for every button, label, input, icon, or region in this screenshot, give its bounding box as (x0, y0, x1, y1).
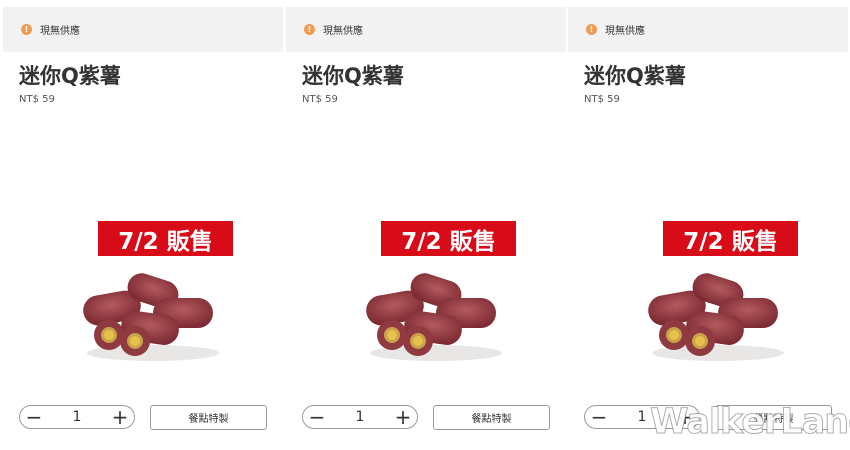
product-price: NT$ 59 (19, 94, 55, 105)
availability-notice: ! 現無供應 (568, 7, 848, 52)
product-image (366, 273, 502, 361)
exclamation-icon: ! (304, 24, 315, 35)
availability-notice: ! 現無供應 (286, 7, 566, 52)
product-panel: ! 現無供應 迷你Q紫薯 NT$ 59 7/2 販售 − 1 + 餐點特製 (568, 0, 848, 450)
product-price: NT$ 59 (584, 94, 620, 105)
sale-date-badge: 7/2 販售 (663, 221, 798, 256)
quantity-value: 1 (355, 409, 365, 425)
notice-text: 現無供應 (605, 26, 645, 37)
customize-meal-button[interactable]: 餐點特製 (433, 405, 550, 430)
product-panel: ! 現無供應 迷你Q紫薯 NT$ 59 7/2 販售 − 1 + 餐點特製 (3, 0, 283, 450)
sale-date-badge: 7/2 販售 (98, 221, 233, 256)
exclamation-icon: ! (586, 24, 597, 35)
product-name: 迷你Q紫薯 (302, 64, 404, 88)
product-image (648, 273, 784, 361)
quantity-value: 1 (72, 409, 82, 425)
product-name: 迷你Q紫薯 (19, 64, 121, 88)
product-panel: ! 現無供應 迷你Q紫薯 NT$ 59 7/2 販售 − 1 + 餐點特製 (286, 0, 566, 450)
decrease-button[interactable]: − (20, 406, 48, 428)
quantity-stepper: − 1 + (19, 405, 135, 429)
notice-text: 現無供應 (40, 26, 80, 37)
decrease-button[interactable]: − (303, 406, 331, 428)
quantity-value: 1 (637, 409, 647, 425)
notice-text: 現無供應 (323, 26, 363, 37)
sale-date-badge: 7/2 販售 (381, 221, 516, 256)
exclamation-icon: ! (21, 24, 32, 35)
product-name: 迷你Q紫薯 (584, 64, 686, 88)
increase-button[interactable]: + (106, 406, 134, 428)
walkerland-watermark: WalkerLand (650, 402, 850, 443)
quantity-stepper: − 1 + (302, 405, 418, 429)
customize-meal-button[interactable]: 餐點特製 (150, 405, 267, 430)
product-price: NT$ 59 (302, 94, 338, 105)
decrease-button[interactable]: − (585, 406, 613, 428)
product-image (83, 273, 219, 361)
availability-notice: ! 現無供應 (3, 7, 283, 52)
increase-button[interactable]: + (389, 406, 417, 428)
